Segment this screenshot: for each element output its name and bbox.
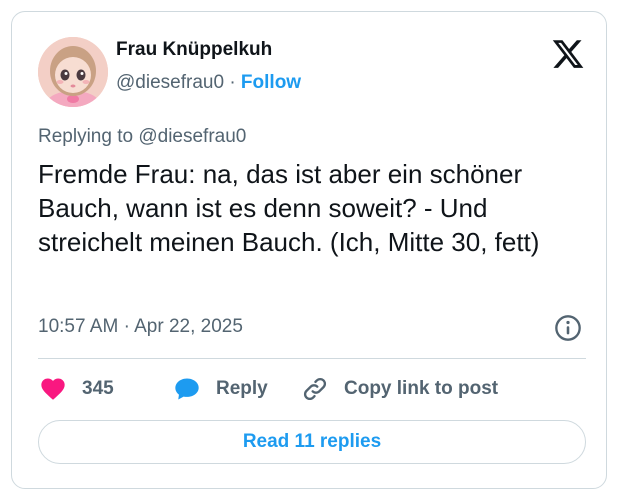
- tweet-date: Apr 22, 2025: [134, 316, 243, 337]
- replying-handle[interactable]: @diesefrau0: [138, 126, 246, 147]
- follow-button[interactable]: Follow: [241, 72, 301, 93]
- speech-bubble-icon: [175, 378, 199, 400]
- timestamp-separator: ·: [123, 316, 130, 337]
- like-button[interactable]: 345: [38, 372, 114, 406]
- copy-link-label: Copy link to post: [344, 378, 499, 399]
- author-display-name[interactable]: Frau Knüppelkuh: [116, 39, 272, 61]
- read-replies-button[interactable]: Read 11 replies: [38, 420, 586, 464]
- x-logo-icon[interactable]: [551, 37, 585, 71]
- divider: [38, 358, 586, 359]
- like-count: 345: [82, 378, 114, 399]
- avatar-image: [38, 37, 108, 107]
- link-icon: [303, 377, 327, 401]
- author-handle[interactable]: @diesefrau0: [116, 72, 224, 93]
- reply-label: Reply: [216, 378, 268, 399]
- info-icon[interactable]: [554, 314, 582, 342]
- action-bar: 345 Reply Copy link to post: [38, 372, 586, 406]
- heart-icon: [41, 378, 65, 400]
- reply-button[interactable]: Reply: [172, 372, 268, 406]
- replying-prefix: Replying to: [38, 126, 134, 147]
- tweet-time: 10:57 AM: [38, 316, 119, 337]
- tweet-card: Frau Knüppelkuh @diesefrau0 · Follow Rep…: [11, 11, 607, 489]
- read-replies-label: Read 11 replies: [242, 431, 382, 452]
- author-handle-line: @diesefrau0 · Follow: [116, 71, 301, 95]
- tweet-text: Fremde Frau: na, das ist aber ein schöne…: [38, 159, 540, 257]
- copy-link-button[interactable]: Copy link to post: [300, 372, 498, 406]
- tweet-timestamp[interactable]: 10:57 AM · Apr 22, 2025: [38, 315, 243, 339]
- handle-separator: ·: [229, 72, 236, 93]
- replying-to: Replying to @diesefrau0: [38, 125, 246, 149]
- avatar[interactable]: [38, 37, 108, 107]
